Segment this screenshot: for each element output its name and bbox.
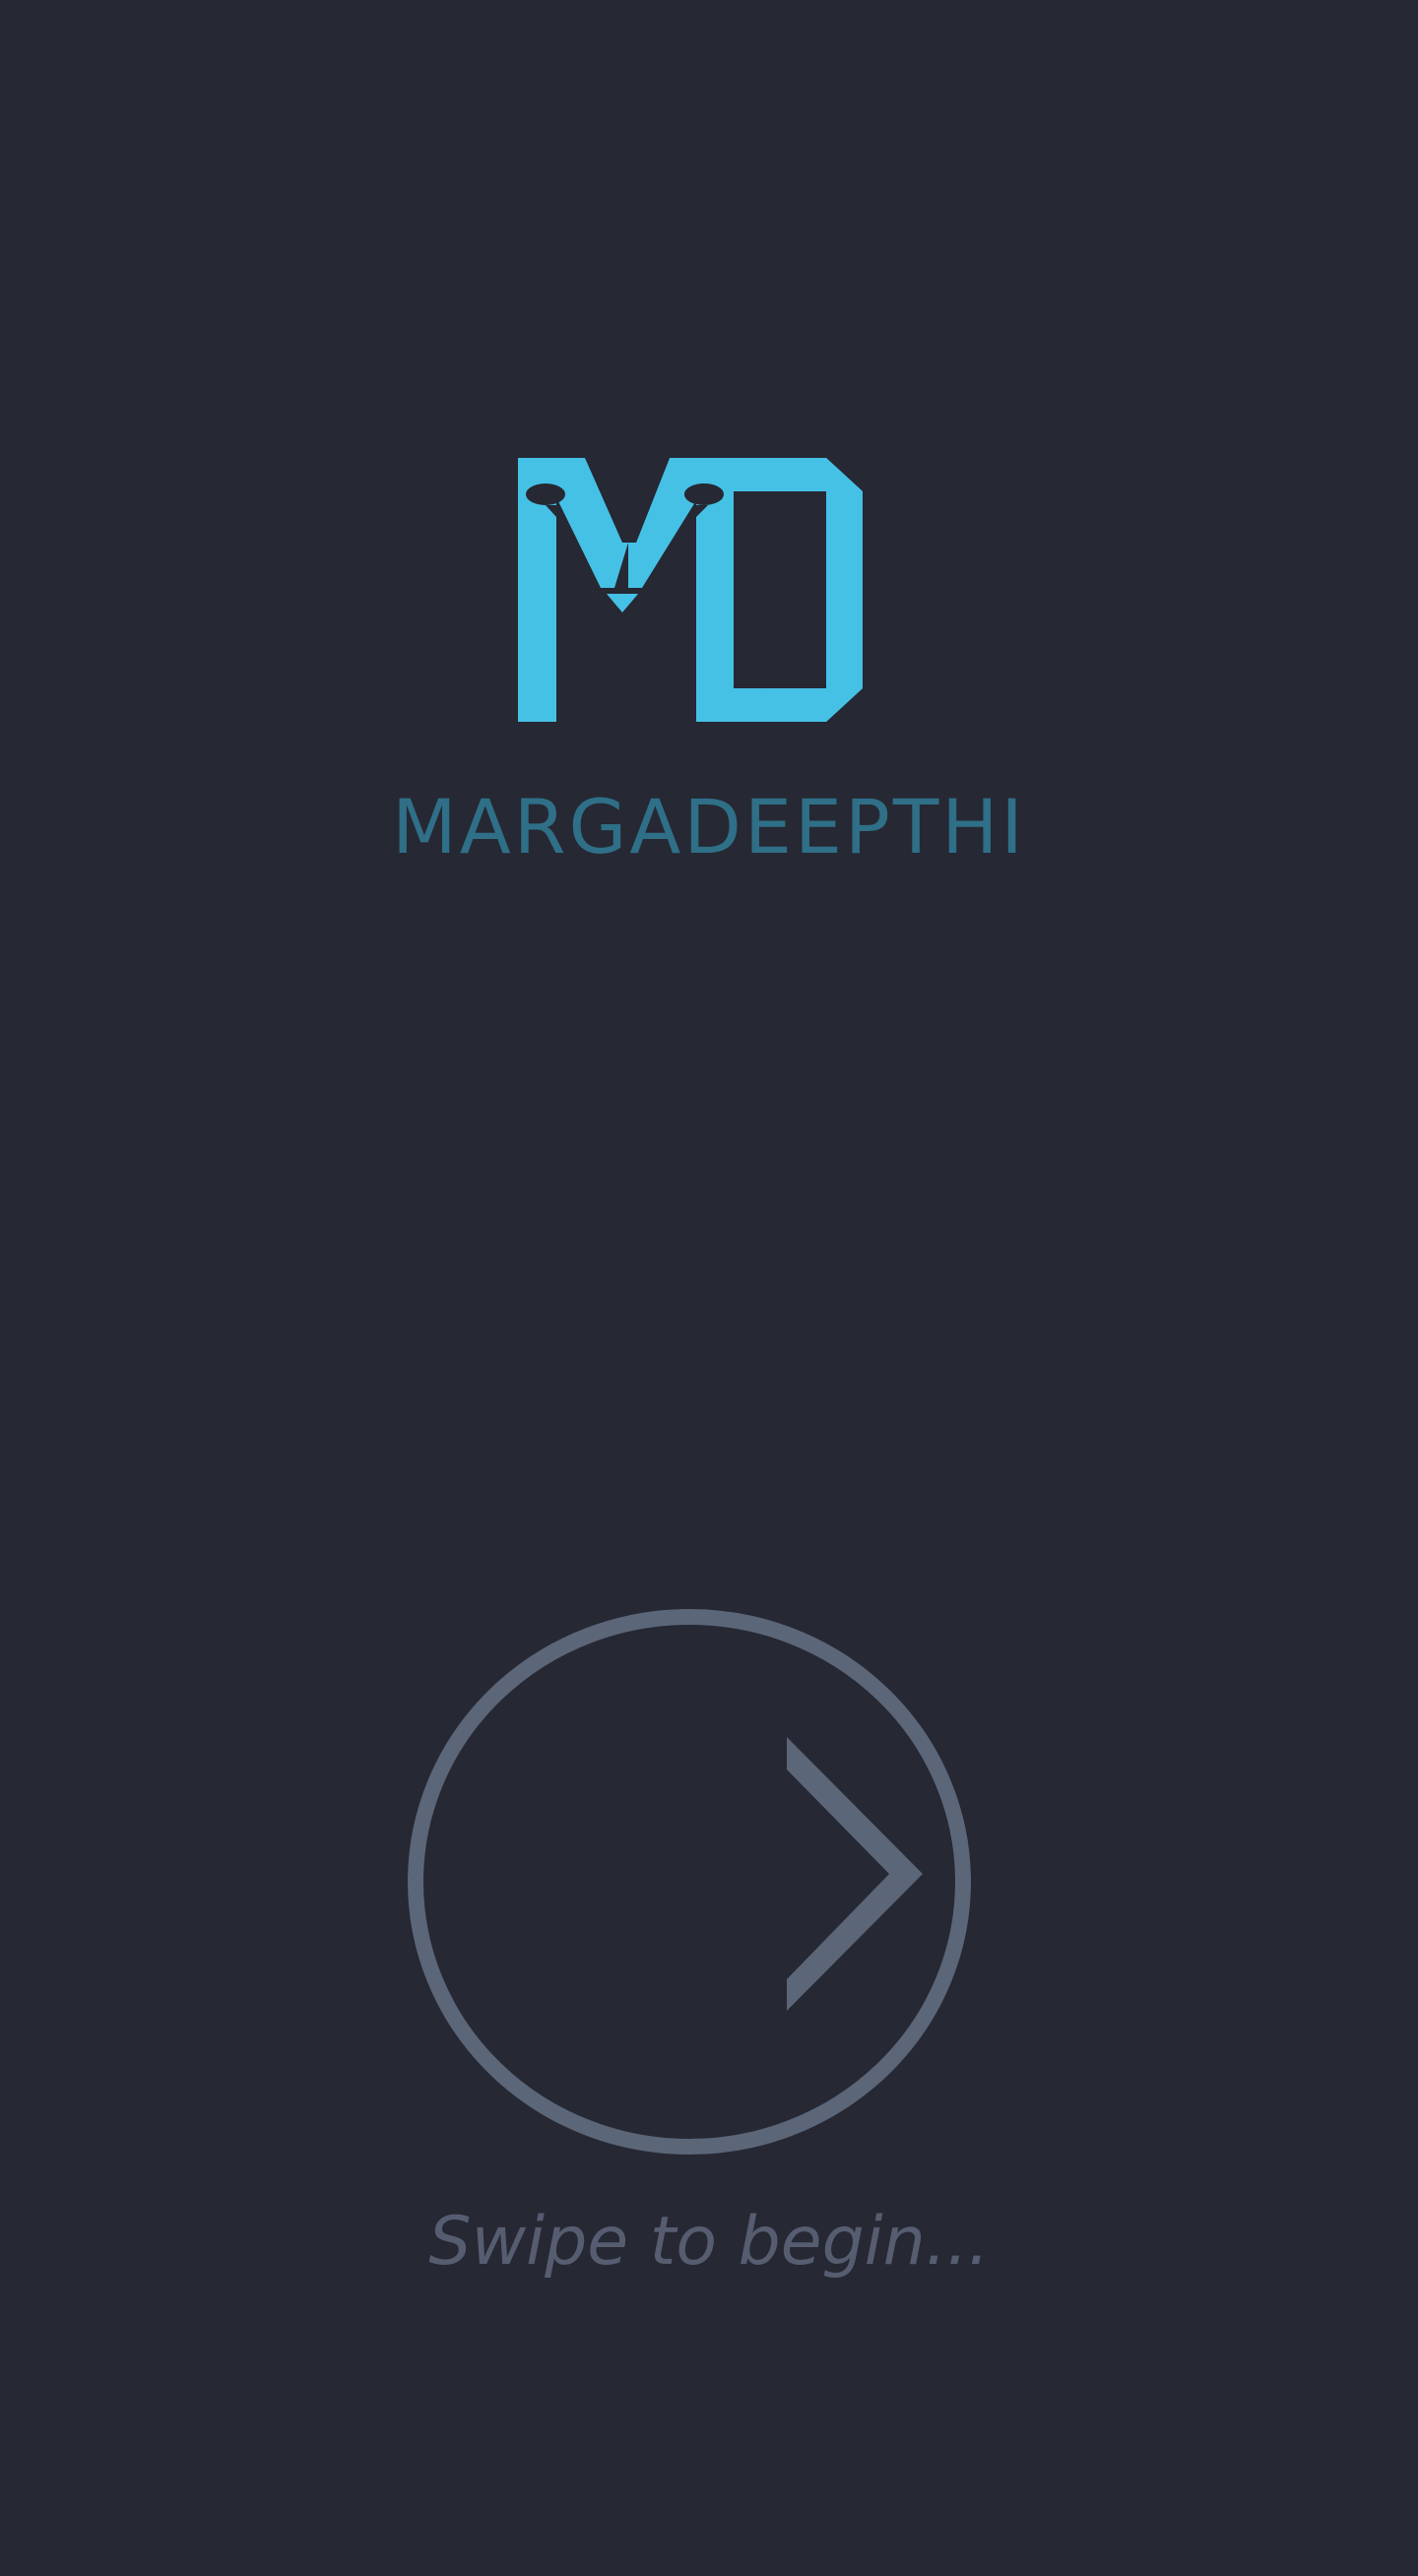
welcome-screen: MARGADEEPTHI Swipe to begin... xyxy=(0,0,1418,2576)
swipe-hint-text: Swipe to begin... xyxy=(428,2203,990,2281)
brand-name: MARGADEEPTHI xyxy=(392,783,1026,870)
chevron-right-icon xyxy=(787,1737,923,2011)
swipe-ring xyxy=(408,1609,971,2155)
swipe-to-begin-button[interactable] xyxy=(407,1608,972,2156)
md-logo-icon xyxy=(518,458,863,722)
